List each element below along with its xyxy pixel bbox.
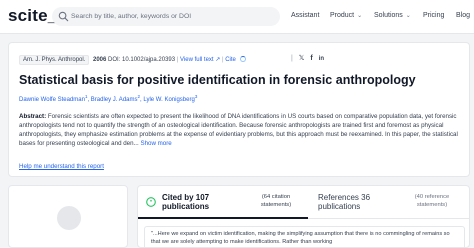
- tab-references[interactable]: References 36 publications (40 reference…: [308, 186, 469, 219]
- author-link[interactable]: Lyle W. Konigsberg3: [143, 94, 197, 103]
- search-input[interactable]: [71, 7, 276, 26]
- citation-statements-count: (64 citation statements): [260, 194, 292, 208]
- scite-logo[interactable]: scite_: [8, 6, 57, 26]
- tab-cited-by[interactable]: " Cited by 107 publications (64 citation…: [138, 186, 308, 219]
- publication-year: 2006: [93, 57, 107, 63]
- top-navbar: scite_ Assistant Product ⌄ Solutions ⌄ P…: [0, 0, 474, 34]
- view-full-text-link[interactable]: View full text: [180, 57, 214, 63]
- reference-statements-count: (40 reference statements): [414, 194, 450, 208]
- abstract-text: Forensic scientists are often expected t…: [19, 113, 458, 147]
- chevron-down-icon: ⌄: [405, 13, 411, 19]
- twitter-icon[interactable]: 𝕏: [299, 55, 305, 62]
- references-title: References 36 publications: [318, 193, 371, 211]
- nav-blog[interactable]: Blog: [456, 12, 470, 19]
- show-more-link[interactable]: Show more: [140, 140, 171, 147]
- author-link[interactable]: Dawnie Wolfe Steadman1: [19, 94, 87, 103]
- help-understand-report-link[interactable]: Help me understand this report: [19, 163, 104, 170]
- author-list: Dawnie Wolfe Steadman1, Bradley J. Adams…: [19, 94, 198, 103]
- nav-solutions[interactable]: Solutions ⌄: [374, 12, 411, 19]
- abstract: Abstract: Forensic scientists are often …: [19, 112, 459, 148]
- loading-placeholder-icon: [57, 206, 81, 230]
- external-link-icon: ↗: [215, 57, 221, 63]
- doi[interactable]: DOI: 10.1002/ajpa.20393: [108, 57, 175, 63]
- loading-spinner-icon: [239, 56, 246, 62]
- search-box[interactable]: [52, 7, 280, 26]
- share-buttons: | 𝕏 f in: [291, 55, 325, 62]
- article-title: Statistical basis for positive identific…: [19, 73, 416, 87]
- citations-panel: " Cited by 107 publications (64 citation…: [137, 185, 470, 248]
- chevron-down-icon: ⌄: [357, 13, 363, 19]
- facebook-icon[interactable]: f: [310, 55, 312, 62]
- article-meta: 2006 DOI: 10.1002/ajpa.20393 | View full…: [93, 56, 246, 63]
- cite-link[interactable]: Cite: [225, 57, 236, 63]
- journal-badge[interactable]: Am. J. Phys. Anthropol.: [19, 55, 90, 65]
- linkedin-icon[interactable]: in: [319, 56, 324, 62]
- nav-assistant[interactable]: Assistant: [291, 12, 319, 19]
- nav-product[interactable]: Product ⌄: [330, 12, 362, 19]
- author-link[interactable]: Bradley J. Adams2: [91, 94, 140, 103]
- quote-bubble-icon: ": [146, 197, 156, 207]
- summary-panel: [8, 185, 128, 248]
- abstract-label: Abstract:: [19, 113, 47, 120]
- nav-pricing[interactable]: Pricing: [423, 12, 444, 19]
- search-icon: [58, 11, 69, 22]
- article-card: Am. J. Phys. Anthropol. 2006 DOI: 10.100…: [8, 42, 470, 177]
- cited-by-title: Cited by 107 publications: [162, 193, 210, 211]
- citation-snippet: "...Here we expand on victim identificat…: [144, 226, 465, 247]
- svg-text:": ": [150, 200, 153, 206]
